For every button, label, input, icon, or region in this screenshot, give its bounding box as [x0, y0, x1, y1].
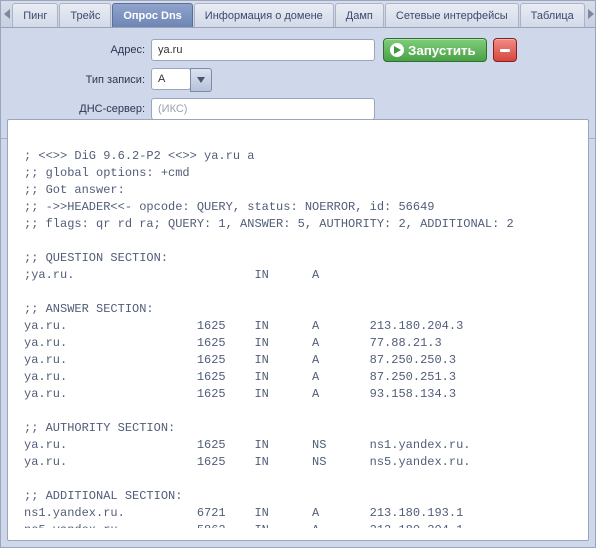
app-window: ПингТрейсОпрос DnsИнформация о доменеДам…	[0, 0, 596, 548]
output-panel: ; <<>> DiG 9.6.2-P2 <<>> ya.ru a ;; glob…	[7, 119, 589, 541]
dig-output[interactable]: ; <<>> DiG 9.6.2-P2 <<>> ya.ru a ;; glob…	[8, 132, 588, 528]
tab-пинг[interactable]: Пинг	[12, 3, 58, 27]
record-type-select[interactable]	[151, 68, 212, 92]
dns-server-label: ДНС-сервер:	[13, 103, 151, 115]
tab-strip: ПингТрейсОпрос DnsИнформация о доменеДам…	[1, 1, 595, 28]
address-input[interactable]	[151, 39, 375, 61]
tabs-scroll-right[interactable]	[586, 1, 595, 27]
play-icon	[390, 43, 404, 57]
tab-трейс[interactable]: Трейс	[59, 3, 111, 27]
tab-таблица[interactable]: Таблица	[520, 3, 585, 27]
address-label: Адрес:	[13, 44, 151, 56]
minus-icon	[500, 49, 510, 52]
chevron-down-icon[interactable]	[190, 68, 212, 92]
run-button[interactable]: Запустить	[383, 38, 487, 62]
record-type-label: Тип записи:	[13, 74, 151, 86]
stop-button[interactable]	[493, 38, 517, 62]
run-button-label: Запустить	[408, 43, 476, 58]
tab-опрос-dns[interactable]: Опрос Dns	[112, 3, 192, 27]
tab-сетевые-интерфейсы[interactable]: Сетевые интерфейсы	[385, 3, 519, 27]
tabs-scroll-left[interactable]	[3, 1, 12, 27]
tab-дамп[interactable]: Дамп	[335, 3, 384, 27]
tab-информация-о-домене[interactable]: Информация о домене	[194, 3, 334, 27]
record-type-value[interactable]	[151, 68, 191, 90]
dns-server-input[interactable]	[151, 98, 375, 120]
